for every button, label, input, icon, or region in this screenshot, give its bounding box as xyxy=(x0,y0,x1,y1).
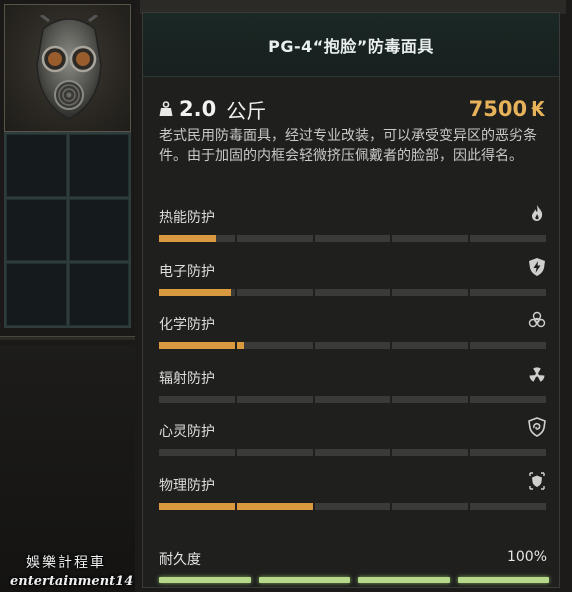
inventory-panel xyxy=(0,0,135,592)
stat-label: 辐射防护 xyxy=(159,370,215,387)
weight-value: 2.0 xyxy=(179,97,217,121)
divider xyxy=(0,336,135,340)
stat-bar-fill xyxy=(159,342,235,349)
armor-shield-icon xyxy=(529,471,545,490)
weight-icon xyxy=(159,101,173,116)
stat-bar-fill xyxy=(236,342,245,349)
equipped-item-slot[interactable] xyxy=(4,4,131,132)
stat-bar-fill xyxy=(159,502,235,510)
stat-bar xyxy=(159,395,546,403)
biohazard-icon xyxy=(528,311,546,328)
inventory-cell[interactable] xyxy=(68,198,129,262)
stat-bar-segment xyxy=(314,342,391,349)
stat-bar-segment xyxy=(392,288,469,296)
stat-bar-segment xyxy=(236,395,313,403)
inventory-cell[interactable] xyxy=(6,198,67,262)
stat-physical-protection: 物理防护 xyxy=(159,471,549,525)
inventory-grid xyxy=(4,132,131,328)
durability-label: 耐久度 xyxy=(159,552,201,568)
stat-bar-segment xyxy=(236,449,313,456)
stat-bar-segment xyxy=(392,449,469,456)
stat-label: 化学防护 xyxy=(159,317,215,333)
stat-bar-segment xyxy=(159,235,235,242)
stat-bar-segment xyxy=(159,395,235,403)
stat-bar xyxy=(159,288,546,296)
weight-unit: 公斤 xyxy=(226,98,267,123)
stat-bar xyxy=(159,342,546,349)
stat-label: 物理防护 xyxy=(159,477,215,494)
stat-bar-segment xyxy=(392,395,469,403)
watermark-cn: 娛樂計程車 xyxy=(26,555,106,571)
item-title: PG-4“抱脸”防毒面具 xyxy=(268,36,434,56)
item-description: 老式民用防毒面具，经过专业改装，可以承受变异区的恶劣条件。由于加固的内框会轻微挤… xyxy=(159,128,537,164)
stat-bar xyxy=(159,449,546,456)
durability-value: 100% xyxy=(506,549,547,565)
stat-bar-segment xyxy=(236,342,313,349)
stat-bar-segment xyxy=(392,342,469,349)
stat-bar-segment xyxy=(236,502,313,510)
stat-chemical-protection: 化学防护 xyxy=(159,310,549,364)
watermark: 娛樂計程車 entertainment14 xyxy=(10,552,140,589)
tooltip-header: PG-4“抱脸”防毒面具 xyxy=(143,13,559,77)
stat-bar-segment xyxy=(236,235,313,242)
stat-label: 心灵防护 xyxy=(159,424,215,440)
stat-bar-segment xyxy=(159,288,235,296)
stat-bar-segment xyxy=(159,342,235,349)
inventory-cell[interactable] xyxy=(68,134,129,197)
stat-bar-segment xyxy=(314,235,391,242)
durability-segment xyxy=(159,577,251,583)
stat-psy-protection: 心灵防护 xyxy=(159,417,549,471)
stat-bar-segment xyxy=(392,235,469,242)
stat-bar-segment xyxy=(470,288,546,296)
stat-bar-segment xyxy=(314,449,391,456)
psy-shield-icon xyxy=(528,417,546,437)
stat-radiation-protection: 辐射防护 xyxy=(159,364,549,418)
inventory-cell[interactable] xyxy=(68,263,129,326)
stat-bar-segment xyxy=(236,288,313,296)
stat-bar-fill xyxy=(159,288,231,296)
inventory-cell[interactable] xyxy=(6,134,67,197)
protection-stats: 热能防护 电子防护 化学防护 辐射防护 心灵防护 物理防护 xyxy=(159,203,549,524)
stat-bar xyxy=(159,502,546,510)
price-value: 7500 xyxy=(468,97,528,121)
item-tooltip: PG-4“抱脸”防毒面具 2.0 公斤 7500 ₭ 老式民用防毒面具，经过专业… xyxy=(142,12,560,588)
radiation-icon xyxy=(529,366,545,382)
inventory-cell[interactable] xyxy=(6,263,67,326)
stat-bar xyxy=(159,235,546,242)
currency-icon: ₭ xyxy=(531,97,545,121)
stat-bar-fill xyxy=(236,502,313,510)
stat-bar-fill xyxy=(159,235,216,242)
flame-icon xyxy=(532,205,543,221)
stat-bar-segment xyxy=(159,502,235,510)
durability-segment xyxy=(457,577,549,583)
stat-bar-segment xyxy=(470,342,546,349)
stat-bar-segment xyxy=(470,235,546,242)
stat-bar-segment xyxy=(470,449,546,456)
durability-row: 耐久度 100% xyxy=(159,549,547,569)
stat-thermal-protection: 热能防护 xyxy=(159,203,549,257)
lightning-shield-icon xyxy=(529,257,545,276)
weight-price-row: 2.0 公斤 7500 ₭ xyxy=(159,95,545,123)
stat-bar-segment xyxy=(470,502,546,510)
stat-bar-segment xyxy=(314,502,391,510)
durability-bar xyxy=(159,577,549,583)
gas-mask-icon xyxy=(36,15,102,120)
stat-label: 热能防护 xyxy=(159,210,215,226)
durability-segment xyxy=(358,577,450,583)
stat-electric-protection: 电子防护 xyxy=(159,257,549,311)
stat-bar-segment xyxy=(392,502,469,510)
stat-bar-segment xyxy=(314,395,391,403)
watermark-en: entertainment14 xyxy=(10,574,134,589)
stat-label: 电子防护 xyxy=(159,263,215,280)
stat-bar-segment xyxy=(159,449,235,456)
stat-bar-segment xyxy=(314,288,391,296)
stat-bar-segment xyxy=(470,395,546,403)
durability-segment xyxy=(258,577,350,583)
